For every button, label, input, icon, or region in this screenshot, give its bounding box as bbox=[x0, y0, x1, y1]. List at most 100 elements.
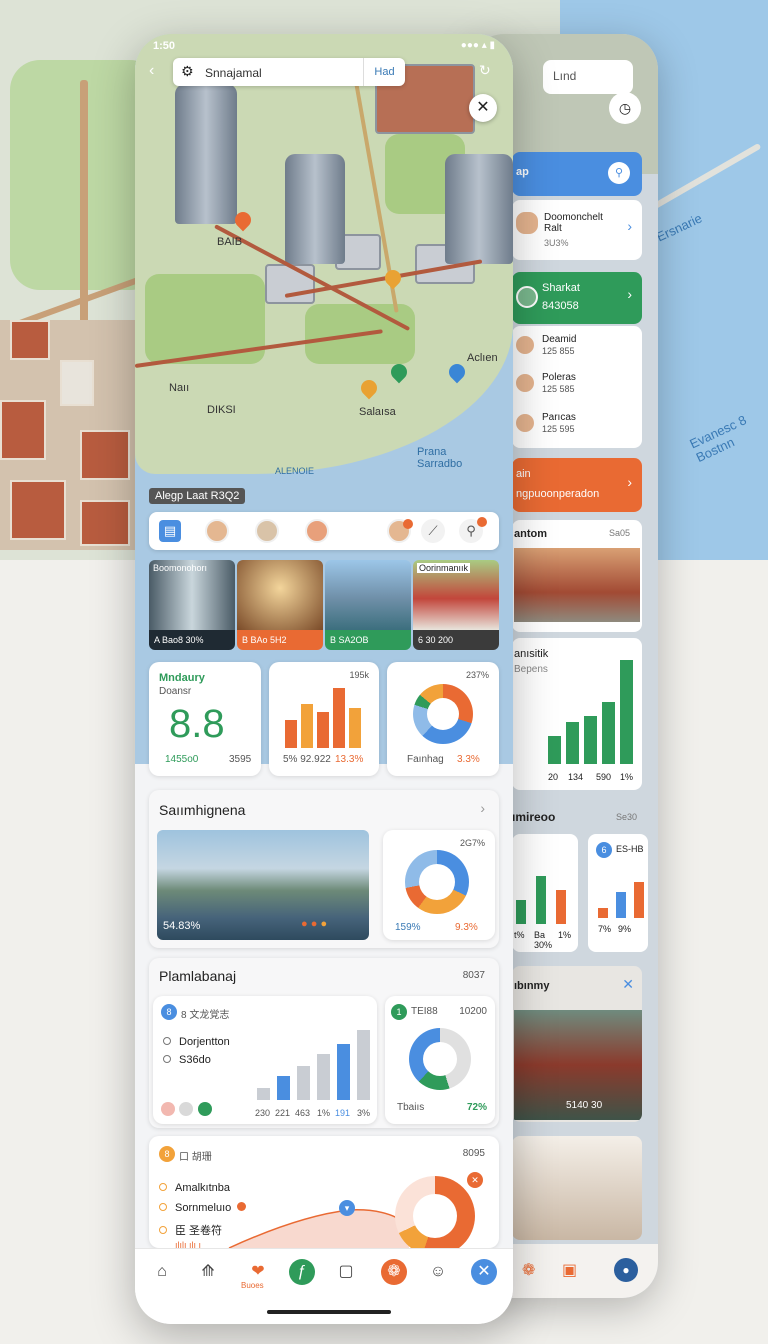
tick-label: 230 bbox=[255, 1108, 271, 1118]
lock-icon[interactable]: ▣ bbox=[562, 1260, 577, 1280]
tile-title: Oorinmanıık bbox=[417, 563, 471, 573]
tab-home[interactable]: ⌂ bbox=[149, 1259, 175, 1285]
chevron-right-icon[interactable]: › bbox=[480, 800, 485, 816]
map-view[interactable]: Naıı DIKSI Salaısa Aclıen Prana Sarradbo… bbox=[135, 34, 513, 764]
pb-search-text: Lınd bbox=[553, 69, 577, 83]
tile-image bbox=[325, 560, 411, 630]
bar-card-accent: 13.3% bbox=[335, 754, 364, 765]
chart-bar bbox=[357, 1030, 370, 1100]
tab-close[interactable]: ✕ bbox=[471, 1259, 497, 1285]
close-icon[interactable]: ✕ bbox=[622, 976, 634, 993]
list-item-label: S36do bbox=[179, 1054, 211, 1066]
map-caption: Alegp Laat R3Q2 bbox=[149, 488, 246, 504]
photo-tiles: Boomonohorı A Bao8 30% B BAo 5H2 B SA2OB… bbox=[149, 560, 499, 650]
donut-chart-card[interactable]: 237% Faınhag 3.3% bbox=[387, 662, 499, 776]
bg-roof bbox=[60, 360, 94, 406]
share-icon[interactable]: ● bbox=[320, 918, 327, 930]
close-badge[interactable]: ✕ bbox=[467, 1172, 483, 1188]
pb-person-card[interactable]: Doomonchelt Ralt 3U3% › bbox=[512, 200, 642, 260]
pb-mini-title: ES-HB bbox=[616, 844, 644, 854]
donut-card-tag: 237% bbox=[465, 670, 489, 680]
list-item[interactable]: Dorjentton bbox=[163, 1036, 230, 1048]
tab-routes[interactable]: ⟰ bbox=[195, 1259, 221, 1285]
avatar bbox=[514, 334, 536, 356]
tab-gift[interactable]: ❁ bbox=[381, 1259, 407, 1285]
tick-label: 221 bbox=[275, 1108, 291, 1118]
refresh-icon[interactable]: ↻ bbox=[479, 62, 491, 79]
gear-icon[interactable]: ⚙ bbox=[181, 63, 194, 80]
avatar[interactable] bbox=[387, 519, 413, 543]
pb-person-name: Deamid bbox=[542, 334, 577, 345]
donut-head: TEI88 bbox=[411, 1006, 438, 1017]
chart-bar bbox=[285, 720, 297, 748]
notification-badge bbox=[403, 519, 413, 529]
chart-bar bbox=[548, 736, 561, 764]
photo-tile[interactable]: B BAo 5H2 bbox=[237, 560, 323, 650]
bookmark-icon[interactable]: ● bbox=[311, 918, 318, 930]
search-bar[interactable]: ⚙ Snnajamal Had bbox=[173, 58, 405, 86]
avatar[interactable] bbox=[205, 519, 229, 543]
tab-facebook[interactable]: ƒ bbox=[289, 1259, 315, 1285]
chevron-right-icon: › bbox=[627, 474, 632, 490]
pb-person-name: Parıcas bbox=[542, 412, 576, 423]
bg-roof bbox=[0, 400, 46, 460]
pb-tabbar: ❁ ▣ ● bbox=[512, 1244, 658, 1298]
avatar[interactable] bbox=[305, 519, 329, 543]
map-building bbox=[265, 264, 315, 304]
tab-places[interactable]: ❤ Buoes bbox=[241, 1259, 273, 1290]
bar-chart-card[interactable]: 8 8 文龙覚志 Dorjentton S36do 230 221 463 1%… bbox=[153, 996, 377, 1124]
pb-orange-card[interactable]: ain ngpuoonperadon › bbox=[512, 458, 642, 512]
bg-roof bbox=[80, 500, 130, 546]
gift-icon[interactable]: ❁ bbox=[522, 1260, 535, 1280]
donut-chart-card[interactable]: 1 TEI88 10200 Tbaiıs 72% bbox=[385, 996, 495, 1124]
donut-hole bbox=[427, 698, 459, 730]
chart-bar bbox=[584, 716, 597, 764]
main-phone: Naıı DIKSI Salaısa Aclıen Prana Sarradbo… bbox=[135, 34, 513, 1324]
stat-title: Mndaury bbox=[159, 672, 205, 684]
bell-icon[interactable]: ● bbox=[614, 1258, 638, 1282]
search-action-button[interactable]: Had bbox=[363, 58, 405, 86]
chart-bar bbox=[602, 702, 615, 764]
chart-bar bbox=[257, 1088, 270, 1100]
pb-landmark-card[interactable]: antom Sa05 bbox=[512, 520, 642, 632]
marker-pin[interactable]: ▾ bbox=[339, 1200, 355, 1216]
chart-bar bbox=[566, 722, 579, 764]
document-icon[interactable]: ▤ bbox=[159, 520, 181, 542]
section-card: Saıımhignena › 54.83% ● ● ● 2G7% 159% 9.… bbox=[149, 790, 499, 948]
donut-tag: 10200 bbox=[459, 1006, 487, 1017]
pb-green-card[interactable]: Sharkat 843058 › bbox=[512, 272, 642, 324]
pb-landmark-title: antom bbox=[514, 528, 547, 540]
share-icon[interactable]: ⚲ bbox=[459, 517, 487, 543]
search-icon: ⚲ bbox=[608, 162, 630, 184]
chart-bar bbox=[337, 1044, 350, 1100]
photo-tile[interactable]: Boomonohorı A Bao8 30% bbox=[149, 560, 235, 650]
back-arrow-icon[interactable]: ‹ bbox=[149, 62, 154, 80]
chart-bar bbox=[516, 900, 526, 924]
send-icon[interactable]: ⟋ bbox=[421, 519, 445, 543]
search-input[interactable]: Snnajamal bbox=[205, 66, 262, 80]
pin-icon: ❤ bbox=[251, 1263, 265, 1280]
donut-tag: 2G7% bbox=[459, 838, 485, 848]
home-icon: ⌂ bbox=[157, 1263, 167, 1280]
photo-tile[interactable]: B SA2OB bbox=[325, 560, 411, 650]
pb-blue-card[interactable]: ap ⚲ bbox=[512, 152, 642, 196]
donut-hole bbox=[419, 864, 455, 900]
landmark-image bbox=[514, 548, 640, 622]
bar-chart-card[interactable]: 195k 5% 92.922 13.3% bbox=[269, 662, 379, 776]
pb-mini-chart-2: 6 ES-HB 7% 9% bbox=[588, 834, 648, 952]
pb-search-field[interactable]: Lınd bbox=[543, 60, 633, 94]
avatar[interactable] bbox=[255, 519, 279, 543]
heart-icon[interactable]: ● bbox=[301, 918, 308, 930]
pb-photo-caption: 5140 30 bbox=[566, 1100, 603, 1111]
list-item[interactable]: S36do bbox=[163, 1054, 211, 1066]
photo-tile[interactable]: Oorinmanıık 6 30 200 bbox=[413, 560, 499, 650]
photo-actions: ● ● ● bbox=[301, 918, 327, 930]
map-tower bbox=[285, 154, 345, 264]
tab-saved[interactable]: ▢ bbox=[333, 1259, 359, 1285]
clock-icon[interactable]: ◷ bbox=[609, 92, 641, 124]
pb-photo-card[interactable]: ıbınmy ✕ 5140 30 bbox=[512, 966, 642, 1122]
tab-profile[interactable]: ☺ bbox=[425, 1259, 451, 1285]
close-button[interactable]: ✕ bbox=[469, 94, 497, 122]
donut-chart-card[interactable]: 2G7% 159% 9.3% bbox=[383, 830, 495, 940]
stat-card[interactable]: Mndaury Doansr 8.8 1455o0 3595 bbox=[149, 662, 261, 776]
